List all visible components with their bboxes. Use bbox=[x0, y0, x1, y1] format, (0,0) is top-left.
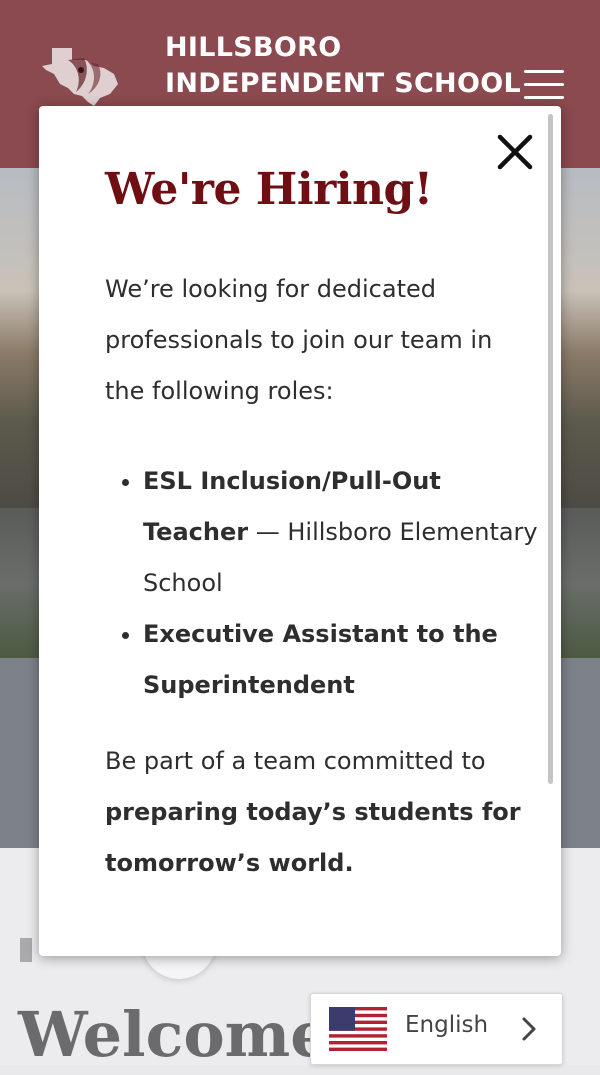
modal-closing-text: Be part of a team committed to preparing… bbox=[105, 736, 525, 889]
roles-list: ESL Inclusion/Pull-Out Teacher — Hillsbo… bbox=[105, 456, 543, 711]
language-label: English bbox=[405, 1012, 489, 1038]
list-item: Executive Assistant to the Superintenden… bbox=[143, 609, 543, 711]
closing-emphasis: preparing today’s students for tomorrow’… bbox=[105, 798, 521, 877]
closing-prefix: Be part of a team committed to bbox=[105, 747, 486, 775]
school-name-line1: HILLSBORO bbox=[165, 32, 342, 63]
hiring-modal: We're Hiring! We’re looking for dedicate… bbox=[39, 106, 561, 956]
texas-eagle-logo-icon[interactable] bbox=[38, 40, 128, 110]
list-item: ESL Inclusion/Pull-Out Teacher — Hillsbo… bbox=[143, 456, 543, 609]
modal-scrollbar[interactable] bbox=[548, 114, 553, 784]
close-icon[interactable] bbox=[495, 132, 535, 172]
modal-heading: We're Hiring! bbox=[105, 164, 433, 215]
school-name[interactable]: HILLSBORO INDEPENDENT SCHOOL bbox=[165, 30, 521, 102]
role-title: Executive Assistant to the Superintenden… bbox=[143, 620, 498, 699]
role-separator: — bbox=[248, 518, 288, 546]
us-flag-icon bbox=[329, 1007, 387, 1051]
modal-intro-text: We’re looking for dedicated professional… bbox=[105, 275, 493, 405]
language-selector[interactable]: English bbox=[310, 993, 563, 1065]
hamburger-menu-icon[interactable] bbox=[524, 70, 564, 100]
chevron-right-icon bbox=[521, 1016, 537, 1042]
section-accent-bar bbox=[20, 938, 32, 962]
school-name-line2: INDEPENDENT SCHOOL bbox=[165, 68, 521, 99]
